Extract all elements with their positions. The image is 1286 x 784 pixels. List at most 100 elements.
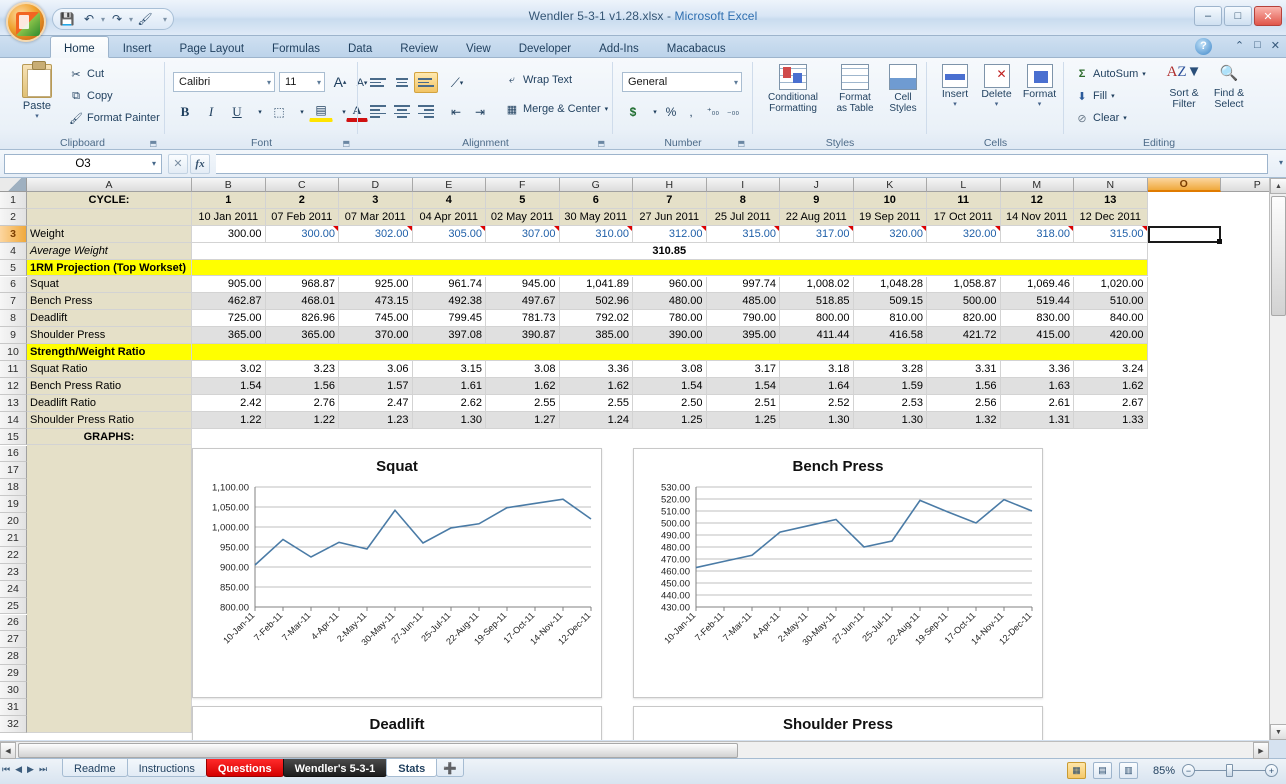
cell-bench-press-1[interactable]: 462.87 xyxy=(192,293,266,310)
next-sheet-icon[interactable]: ▶ xyxy=(27,764,34,775)
cell-bench-press-3[interactable]: 473.15 xyxy=(339,293,413,310)
cut-button[interactable]: ✂ Cut xyxy=(66,66,107,82)
cell-squat-12[interactable]: 1,069.46 xyxy=(1001,277,1075,294)
cell-bench-press-8[interactable]: 485.00 xyxy=(707,293,781,310)
row-header-6[interactable]: 6 xyxy=(0,277,27,294)
cell-bench-press-10[interactable]: 509.15 xyxy=(854,293,928,310)
help-icon[interactable]: ? xyxy=(1195,38,1212,55)
cell-bench-press-ratio-3[interactable]: 1.57 xyxy=(339,378,413,395)
vertical-scroll-thumb[interactable] xyxy=(1271,196,1286,316)
delete-cells-button[interactable]: ✕ Delete ▾ xyxy=(975,64,1018,108)
cell-shoulder-press-11[interactable]: 421.72 xyxy=(927,327,1001,344)
row-header-26[interactable]: 26 xyxy=(0,615,27,632)
first-sheet-icon[interactable]: ⏮ xyxy=(2,764,10,775)
column-header-D[interactable]: D xyxy=(339,178,413,192)
cell-deadlift-5[interactable]: 781.73 xyxy=(486,310,560,327)
cell-deadlift-11[interactable]: 820.00 xyxy=(927,310,1001,327)
cell-deadlift-2[interactable]: 826.96 xyxy=(266,310,340,327)
cell-cycle-date-8[interactable]: 25 Jul 2011 xyxy=(707,209,781,226)
column-header-O[interactable]: O xyxy=(1148,178,1222,192)
insert-function-icon[interactable]: fx xyxy=(190,154,210,174)
merge-caret-icon[interactable]: ▾ xyxy=(605,105,609,113)
italic-button[interactable]: I xyxy=(199,101,223,122)
cell-dates-blank[interactable] xyxy=(27,209,192,226)
cell-bench-press-2[interactable]: 468.01 xyxy=(266,293,340,310)
column-header-E[interactable]: E xyxy=(413,178,487,192)
cell-shoulder-press-10[interactable]: 416.58 xyxy=(854,327,928,344)
chart-bench-press[interactable]: Bench Press430.00440.00450.00460.00470.0… xyxy=(633,448,1043,698)
fill-button[interactable]: ⬇ Fill ▾ xyxy=(1072,88,1118,104)
cell-deadlift-ratio-7[interactable]: 2.50 xyxy=(633,395,707,412)
cell-deadlift-ratio-11[interactable]: 2.56 xyxy=(927,395,1001,412)
cell-squat-6[interactable]: 1,041.89 xyxy=(560,277,634,294)
cell-bench-press-ratio-11[interactable]: 1.56 xyxy=(927,378,1001,395)
cell-squat-3[interactable]: 925.00 xyxy=(339,277,413,294)
cell-shoulder-press-ratio-8[interactable]: 1.25 xyxy=(707,412,781,429)
ribbon-tab-formulas[interactable]: Formulas xyxy=(258,36,334,58)
cell-label-deadlift-ratio[interactable]: Deadlift Ratio xyxy=(27,395,192,412)
cell-cycle-date-10[interactable]: 19 Sep 2011 xyxy=(854,209,928,226)
decrease-decimal-button[interactable]: ₋₀₀ xyxy=(722,101,744,122)
cell-label-squat[interactable]: Squat xyxy=(27,277,192,294)
cell-cycle-number-3[interactable]: 3 xyxy=(339,192,413,209)
currency-button[interactable]: $ xyxy=(622,101,644,122)
cell-bench-press-ratio-2[interactable]: 1.56 xyxy=(266,378,340,395)
format-caret-icon[interactable]: ▾ xyxy=(1018,100,1061,108)
cell-weight-8[interactable]: 315.00 xyxy=(707,226,781,243)
cell-cycle-date-2[interactable]: 07 Feb 2011 xyxy=(266,209,340,226)
cell-cycle-label[interactable]: CYCLE: xyxy=(27,192,192,209)
font-size-input[interactable]: 11 ▾ xyxy=(279,72,325,92)
cell-label-weight[interactable]: Weight xyxy=(27,226,192,243)
cell-bench-press-6[interactable]: 502.96 xyxy=(560,293,634,310)
row-header-8[interactable]: 8 xyxy=(0,310,27,327)
cell-cycle-number-10[interactable]: 10 xyxy=(854,192,928,209)
cell-cycle-number-6[interactable]: 6 xyxy=(560,192,634,209)
cell-weight-6[interactable]: 310.00 xyxy=(560,226,634,243)
scroll-up-icon[interactable]: ▲ xyxy=(1270,178,1286,194)
number-format-caret-icon[interactable]: ▾ xyxy=(734,78,738,87)
delete-caret-icon[interactable]: ▾ xyxy=(975,100,1018,108)
cell-shoulder-press-13[interactable]: 420.00 xyxy=(1074,327,1148,344)
cell-shoulder-press-ratio-13[interactable]: 1.33 xyxy=(1074,412,1148,429)
row-header-23[interactable]: 23 xyxy=(0,564,27,581)
close-button[interactable]: ✕ xyxy=(1254,6,1282,26)
cell-shoulder-press-12[interactable]: 415.00 xyxy=(1001,327,1075,344)
cell-cycle-number-13[interactable]: 13 xyxy=(1074,192,1148,209)
normal-view-button[interactable]: ▦ xyxy=(1067,762,1086,779)
cell-section-header-band-2[interactable] xyxy=(192,260,1148,277)
cell-squat-2[interactable]: 968.87 xyxy=(266,277,340,294)
new-sheet-icon[interactable]: ➕ xyxy=(436,759,464,777)
ribbon-tab-page-layout[interactable]: Page Layout xyxy=(165,36,258,58)
font-name-caret-icon[interactable]: ▾ xyxy=(267,78,271,87)
last-sheet-icon[interactable]: ⏭ xyxy=(39,764,47,775)
name-box-caret-icon[interactable]: ▾ xyxy=(152,159,156,168)
row-header-10[interactable]: 10 xyxy=(0,344,27,361)
increase-indent-button[interactable]: ⇥ xyxy=(468,101,492,122)
cell-bench-press-ratio-6[interactable]: 1.62 xyxy=(560,378,634,395)
cell-bench-press-11[interactable]: 500.00 xyxy=(927,293,1001,310)
cell-deadlift-13[interactable]: 840.00 xyxy=(1074,310,1148,327)
cell-label-shoulder-press[interactable]: Shoulder Press xyxy=(27,327,192,344)
cell-shoulder-press-8[interactable]: 395.00 xyxy=(707,327,781,344)
ribbon-tab-review[interactable]: Review xyxy=(386,36,452,58)
cell-shoulder-press-ratio-2[interactable]: 1.22 xyxy=(266,412,340,429)
cell-cycle-number-11[interactable]: 11 xyxy=(927,192,1001,209)
cell-label-squat-ratio[interactable]: Squat Ratio xyxy=(27,361,192,378)
sheet-tab-wendler-s-5-3-1[interactable]: Wendler's 5-3-1 xyxy=(283,759,388,777)
minimize-button[interactable]: – xyxy=(1194,6,1222,26)
row-header-25[interactable]: 25 xyxy=(0,598,27,615)
cell-bench-press-4[interactable]: 492.38 xyxy=(413,293,487,310)
ribbon-tab-macabacus[interactable]: Macabacus xyxy=(653,36,740,58)
ribbon-tab-home[interactable]: Home xyxy=(50,36,109,58)
expand-formula-bar-icon[interactable]: ▾ xyxy=(1279,158,1283,167)
cell-section-header-7[interactable]: Strength/Weight Ratio xyxy=(27,344,192,361)
row-header-14[interactable]: 14 xyxy=(0,412,27,429)
cell-squat-ratio-6[interactable]: 3.36 xyxy=(560,361,634,378)
cell-squat-7[interactable]: 960.00 xyxy=(633,277,707,294)
ribbon-tab-add-ins[interactable]: Add-Ins xyxy=(585,36,653,58)
vertical-scrollbar[interactable]: ▲ ▼ xyxy=(1269,178,1286,740)
cell-squat-8[interactable]: 997.74 xyxy=(707,277,781,294)
cell-weight-9[interactable]: 317.00 xyxy=(780,226,854,243)
zoom-level[interactable]: 85% xyxy=(1145,765,1175,777)
column-header-A[interactable]: A xyxy=(27,178,192,192)
